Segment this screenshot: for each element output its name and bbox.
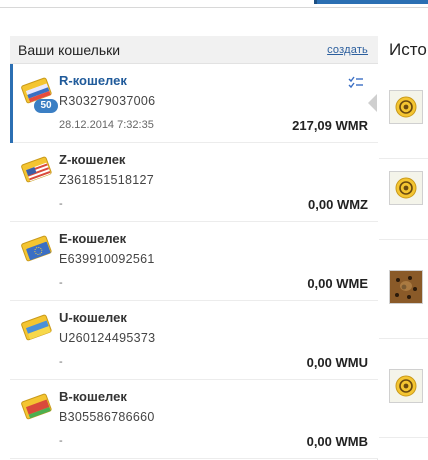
wallets-panel-header: Ваши кошельки создать (10, 36, 378, 64)
wallet-last-date: - (59, 198, 63, 210)
checklist-icon[interactable] (348, 76, 364, 90)
wallet-row-z[interactable]: Z-кошелек Z361851518127 - 0,00 WMZ (10, 143, 378, 222)
wallet-balance: 0,00 WMB (306, 434, 368, 449)
history-item[interactable] (379, 359, 428, 438)
history-item[interactable] (379, 80, 428, 159)
history-item[interactable] (379, 161, 428, 240)
wallet-number: U260124495373 (59, 331, 156, 345)
wallet-row-e[interactable]: E-кошелек E639910092561 - 0,00 WME (10, 222, 378, 301)
notification-badge: 50 (34, 99, 58, 113)
b-wallet-icon (21, 393, 55, 423)
wallet-name[interactable]: U-кошелек (59, 310, 127, 325)
webmoney-logo-icon (389, 90, 423, 124)
leopard-avatar (389, 270, 423, 304)
wallet-balance: 217,09 WMR (292, 118, 368, 133)
wallet-number: B305586786660 (59, 410, 155, 424)
u-wallet-icon (21, 314, 55, 344)
webmoney-logo-icon (389, 171, 423, 205)
active-indicator (10, 64, 13, 143)
history-item[interactable] (379, 260, 428, 339)
wallet-balance: 0,00 WME (307, 276, 368, 291)
z-wallet-icon (21, 156, 55, 186)
wallet-last-date: - (59, 277, 63, 289)
wallet-balance: 0,00 WMU (306, 355, 368, 370)
wallet-row-b[interactable]: B-кошелек B305586786660 - 0,00 WMB (10, 380, 378, 459)
wallet-name[interactable]: B-кошелек (59, 389, 127, 404)
wallet-number: R303279037006 (59, 94, 156, 108)
wallet-number: E639910092561 (59, 252, 155, 266)
e-wallet-icon (21, 235, 55, 265)
panel-title: Ваши кошельки (18, 42, 121, 58)
wallet-row-u[interactable]: U-кошелек U260124495373 - 0,00 WMU (10, 301, 378, 380)
selection-pointer (368, 94, 377, 112)
wallet-balance: 0,00 WMZ (308, 197, 368, 212)
wallets-panel: Ваши кошельки создать 50 R-кошелек R3032… (10, 36, 378, 460)
history-title: Исто (389, 40, 427, 59)
webmoney-logo-icon (389, 369, 423, 403)
create-wallet-link[interactable]: создать (327, 44, 368, 56)
wallet-row-r[interactable]: 50 R-кошелек R303279037006 28.12.2014 7:… (10, 64, 378, 143)
wallet-last-date: - (59, 435, 63, 447)
wallet-name[interactable]: E-кошелек (59, 231, 126, 246)
wallet-last-date: 28.12.2014 7:32:35 (59, 119, 154, 131)
top-bar-accent (314, 0, 428, 4)
top-bar (0, 0, 428, 8)
wallet-number: Z361851518127 (59, 173, 154, 187)
wallet-last-date: - (59, 356, 63, 368)
top-bar-accent-cap (314, 0, 317, 4)
wallet-name[interactable]: Z-кошелек (59, 152, 125, 167)
wallet-name[interactable]: R-кошелек (59, 73, 127, 88)
